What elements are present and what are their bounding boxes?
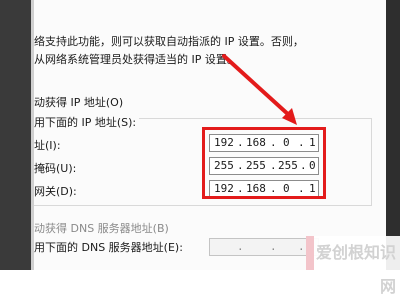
red-arrow-annotation xyxy=(222,54,297,125)
watermark: 爱创根知识网 xyxy=(306,236,400,296)
watermark-accent xyxy=(306,236,314,270)
arrow-shaft xyxy=(222,54,292,118)
